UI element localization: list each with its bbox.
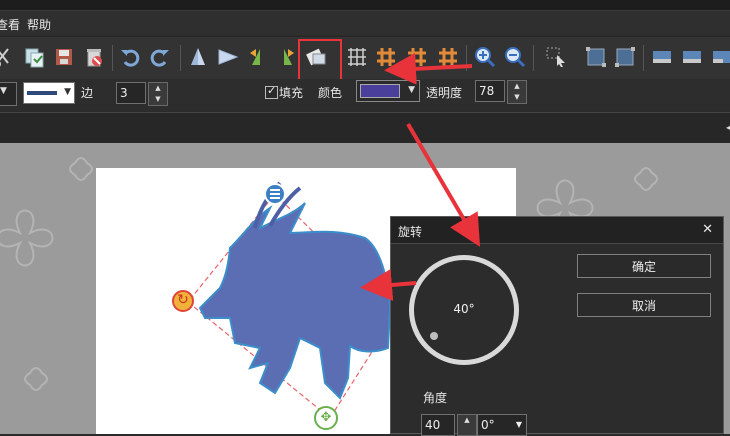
align-left-icon[interactable] <box>650 45 674 69</box>
align-grid-2-icon[interactable] <box>405 45 429 69</box>
line-sample <box>27 91 57 95</box>
align-center-icon[interactable] <box>680 45 704 69</box>
toolbar-separator <box>533 45 534 71</box>
delete-icon[interactable] <box>82 45 106 69</box>
select-icon[interactable] <box>545 45 569 69</box>
color-label: 颜色 <box>318 86 343 100</box>
fill-checkbox[interactable]: ✓ <box>265 84 278 99</box>
preset-angle-dropdown[interactable]: 0° ▼ <box>477 414 527 436</box>
line-width-dropdown[interactable]: ▼ <box>23 82 75 104</box>
rotate-right-icon[interactable] <box>274 45 298 69</box>
rotate-dialog: 旋转 ✕ 40° 确定 取消 角度 40 ▲ 0° ▼ <box>390 216 724 436</box>
redo-icon[interactable] <box>148 45 172 69</box>
window-titlebar <box>0 0 730 11</box>
dialog-titlebar: 旋转 ✕ <box>391 217 723 244</box>
toolbar-separator <box>643 45 644 71</box>
chevron-down-icon: ▼ <box>64 87 71 97</box>
edge-input[interactable]: 3 <box>116 82 146 104</box>
undo-icon[interactable] <box>118 45 142 69</box>
flip-vertical-icon[interactable] <box>186 45 210 69</box>
main-toolbar <box>0 36 730 83</box>
dial-knob[interactable] <box>430 332 438 340</box>
ungroup-icon[interactable] <box>613 45 637 69</box>
flip-horizontal-icon[interactable] <box>216 45 240 69</box>
edge-label: 边 <box>81 86 94 100</box>
grid-icon[interactable] <box>345 45 369 69</box>
zoom-in-icon[interactable] <box>473 45 497 69</box>
property-bar: ▼ ▼ 边 3 ▲ ▼ ✓ 填充 颜色 ▼ 透明度 78 ▲ ▼ <box>0 79 730 111</box>
check-icon: ✓ <box>267 84 277 97</box>
collapse-panel-icon[interactable]: ◂ <box>726 120 730 134</box>
preset-angle-value: 0° <box>481 418 495 432</box>
color-swatch <box>360 84 400 98</box>
cut-icon[interactable] <box>0 45 16 69</box>
zoom-out-icon[interactable] <box>503 45 527 69</box>
toolbar-separator <box>112 45 113 71</box>
angle-spinner[interactable]: ▲ <box>457 414 477 436</box>
ok-button[interactable]: 确定 <box>577 254 711 278</box>
edge-spinner[interactable]: ▲ ▼ <box>148 82 168 106</box>
align-grid-3-icon[interactable] <box>436 45 460 69</box>
align-right-icon[interactable] <box>710 45 730 69</box>
save-icon[interactable] <box>52 45 76 69</box>
toolbar-separator <box>466 45 467 71</box>
copy-icon[interactable] <box>22 45 46 69</box>
panel-strip: ◂ <box>0 112 730 143</box>
cancel-button[interactable]: 取消 <box>577 293 711 317</box>
toolbar-separator <box>180 45 181 71</box>
angle-input[interactable]: 40 <box>421 414 455 436</box>
opacity-input[interactable]: 78 <box>475 80 505 102</box>
opacity-label: 透明度 <box>426 86 463 100</box>
highlight-box <box>298 39 342 83</box>
rotate-left-icon[interactable] <box>246 45 270 69</box>
rotation-dial[interactable]: 40° <box>409 255 519 365</box>
group-icon[interactable] <box>584 45 608 69</box>
fill-label: 填充 <box>279 86 304 100</box>
chevron-down-icon: ▼ <box>408 85 415 95</box>
chevron-down-icon: ▼ <box>515 420 522 429</box>
menu-help[interactable]: 帮助 <box>27 16 51 33</box>
dialog-title: 旋转 <box>398 225 423 239</box>
rotate-icon[interactable]: ↻ <box>172 290 194 312</box>
angle-label: 角度 <box>423 391 448 405</box>
close-icon[interactable]: ✕ <box>702 222 713 237</box>
menu-view[interactable]: 查看 <box>0 16 20 33</box>
line-style-dropdown[interactable]: ▼ <box>0 82 17 106</box>
opacity-spinner[interactable]: ▲ ▼ <box>507 80 527 104</box>
resize-icon[interactable]: ✥ <box>314 406 338 430</box>
color-dropdown[interactable]: ▼ <box>356 80 420 102</box>
dial-value: 40° <box>453 302 475 316</box>
chevron-down-icon: ▼ <box>0 86 7 96</box>
align-grid-icon[interactable] <box>374 45 398 69</box>
menu-bar: 查看 帮助 <box>0 11 730 35</box>
menu-icon[interactable] <box>264 183 286 205</box>
